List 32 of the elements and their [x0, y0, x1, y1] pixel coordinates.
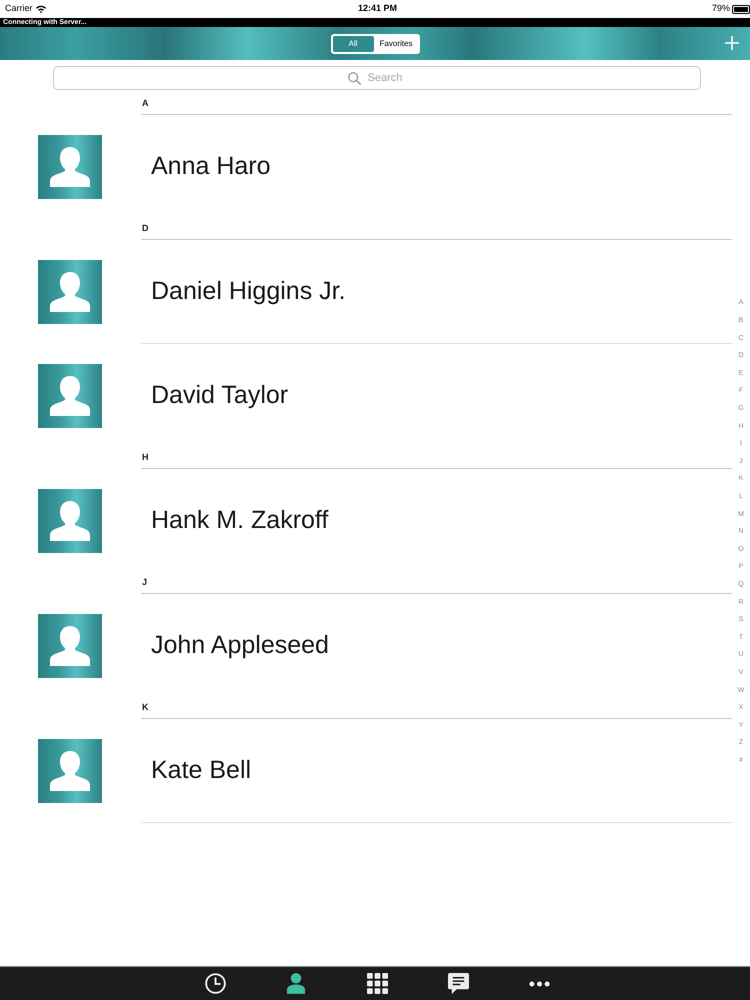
battery-icon	[732, 4, 750, 14]
plus-icon	[725, 36, 739, 50]
battery-percent: 79%	[712, 2, 730, 16]
person-icon	[287, 973, 305, 994]
status-time: 12:41 PM	[358, 2, 398, 16]
person-avatar-icon	[38, 489, 102, 553]
search-icon	[348, 72, 361, 85]
contact-name[interactable]: Hank M. Zakroff	[151, 502, 328, 540]
speech-bubble-icon	[448, 973, 468, 994]
contact-name[interactable]: Daniel Higgins Jr.	[151, 272, 346, 310]
search-field[interactable]: Search	[53, 66, 701, 90]
person-avatar-icon	[38, 260, 102, 324]
more-dots-icon	[528, 980, 550, 986]
person-avatar-icon	[38, 135, 102, 199]
keypad-grid-icon	[366, 973, 388, 994]
section-header-letter: K	[141, 701, 148, 714]
person-avatar-icon	[38, 739, 102, 803]
carrier-name: Carrier	[5, 2, 33, 16]
contact-name[interactable]: Kate Bell	[151, 752, 252, 790]
section-header-letter: D	[141, 222, 148, 236]
section-header-letter: H	[141, 451, 148, 464]
section-header-letter: A	[141, 97, 148, 110]
clock-icon	[204, 973, 226, 994]
add-button[interactable]	[724, 35, 740, 51]
wifi-icon	[36, 5, 46, 13]
person-avatar-icon	[38, 614, 102, 678]
person-avatar-icon	[38, 364, 102, 428]
contact-name[interactable]: Anna Haro	[151, 148, 271, 186]
contact-name[interactable]: David Taylor	[151, 377, 288, 415]
section-header-letter: J	[141, 576, 148, 590]
contact-name[interactable]: John Appleseed	[151, 627, 329, 665]
segment-tab[interactable]: All	[332, 36, 374, 52]
